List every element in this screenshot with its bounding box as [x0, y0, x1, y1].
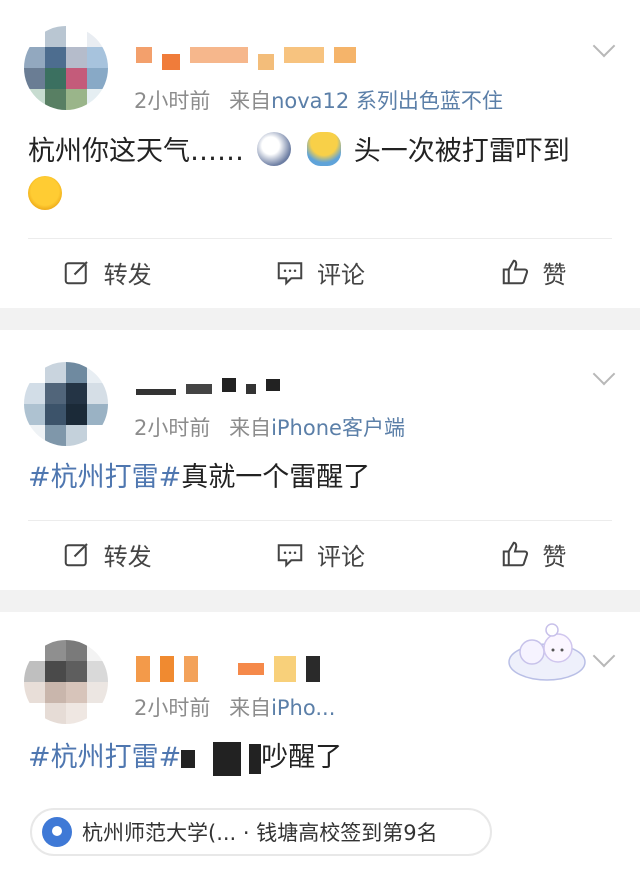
action-bar: 转发 评论 赞	[0, 242, 640, 302]
redaction-mask	[181, 749, 196, 768]
thumbs-up-icon	[503, 259, 529, 285]
location-chip[interactable]: 杭州师范大学(... · 钱塘高校签到第9名	[30, 808, 492, 856]
avatar[interactable]	[24, 640, 108, 724]
divider	[28, 520, 612, 521]
comment-label: 评论	[316, 260, 365, 289]
comment-button[interactable]: 评论	[213, 242, 426, 302]
post-meta: 2小时前 来自nova12 系列出色蓝不住	[134, 85, 503, 115]
redaction-mask	[249, 743, 262, 774]
worried-emoji-icon	[307, 132, 342, 166]
repost-label: 转发	[103, 542, 152, 571]
source-prefix: 来自	[229, 416, 272, 440]
post-text: #杭州打雷# 吵醒了	[28, 736, 600, 780]
repost-label: 转发	[103, 260, 152, 289]
dog-emoji-icon	[256, 132, 291, 166]
device-link[interactable]: nova12 系列出色蓝不住	[271, 89, 503, 113]
like-label: 赞	[542, 542, 567, 571]
repost-button[interactable]: 转发	[0, 242, 213, 302]
post-time: 2小时前	[134, 416, 211, 440]
action-bar: 转发 评论 赞	[0, 524, 640, 584]
location-label: 杭州师范大学(... · 钱塘高校签到第9名	[82, 821, 438, 845]
post-card: 2小时前 来自iPhone客户端 #杭州打雷#真就一个雷醒了 转发 评论 赞	[0, 330, 640, 590]
post-meta: 2小时前 来自iPho...	[134, 692, 335, 722]
device-link[interactable]: iPho...	[271, 696, 335, 720]
edit-square-icon	[64, 261, 88, 285]
like-label: 赞	[542, 260, 567, 289]
username[interactable]	[136, 654, 320, 684]
chevron-down-icon[interactable]	[592, 34, 616, 58]
device-link[interactable]: iPhone客户端	[271, 416, 405, 440]
post-text: 杭州你这天气…… 头一次被打雷吓到	[28, 130, 600, 218]
post-text-main: 吵醒了	[261, 742, 343, 773]
cloud-sticker-icon	[508, 623, 586, 681]
chevron-down-icon[interactable]	[592, 644, 616, 668]
post-card: 2小时前 来自iPho... #杭州打雷# 吵醒了 杭州师范大学(... · 钱塘…	[0, 612, 640, 875]
username[interactable]	[136, 40, 356, 70]
post-text-main: 真就一个雷醒了	[181, 462, 371, 493]
post-text-tail: 头一次被打雷吓到	[353, 136, 570, 167]
chevron-down-icon[interactable]	[592, 362, 616, 386]
thumbs-up-icon	[503, 541, 529, 567]
divider	[28, 238, 612, 239]
hashtag-link[interactable]: #杭州打雷#	[28, 462, 181, 493]
like-button[interactable]: 赞	[427, 242, 640, 302]
post-meta: 2小时前 来自iPhone客户端	[134, 412, 405, 442]
repost-button[interactable]: 转发	[0, 524, 213, 584]
avatar[interactable]	[24, 362, 108, 446]
comment-bubble-icon	[277, 262, 303, 286]
post-card: 2小时前 来自nova12 系列出色蓝不住 杭州你这天气…… 头一次被打雷吓到 …	[0, 0, 640, 308]
comment-label: 评论	[316, 542, 365, 571]
comment-bubble-icon	[277, 544, 303, 568]
avatar[interactable]	[24, 26, 108, 110]
edit-square-icon	[64, 543, 88, 567]
post-text: #杭州打雷#真就一个雷醒了	[28, 456, 600, 500]
crying-emoji-icon	[28, 176, 62, 210]
redaction-mask	[213, 741, 242, 776]
post-time: 2小时前	[134, 696, 211, 720]
post-time: 2小时前	[134, 89, 211, 113]
source-prefix: 来自	[229, 696, 272, 720]
like-button[interactable]: 赞	[427, 524, 640, 584]
hashtag-link[interactable]: #杭州打雷#	[28, 742, 181, 773]
source-prefix: 来自	[229, 89, 272, 113]
post-text-main: 杭州你这天气……	[28, 136, 244, 167]
location-pin-icon	[42, 817, 72, 847]
username[interactable]	[136, 370, 280, 400]
comment-button[interactable]: 评论	[213, 524, 426, 584]
